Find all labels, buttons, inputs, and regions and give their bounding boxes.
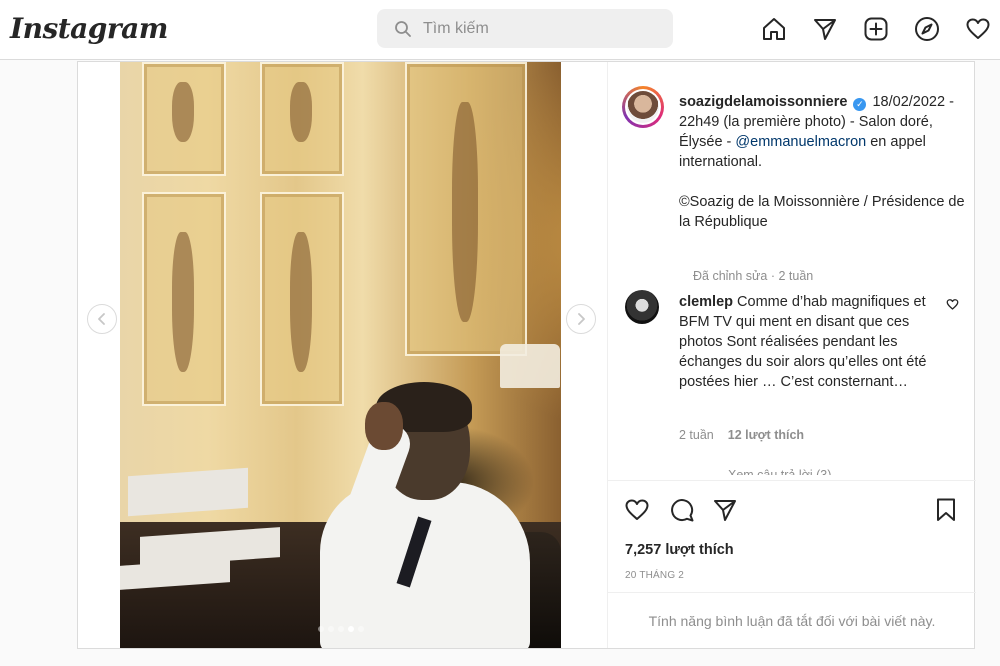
likes-count[interactable]: 7,257 lượt thích bbox=[625, 542, 734, 558]
share-button[interactable] bbox=[712, 497, 738, 528]
heart-icon[interactable] bbox=[964, 15, 992, 43]
wall-ornament bbox=[172, 82, 194, 142]
top-navigation-bar: Instagram bbox=[0, 0, 1000, 60]
mention-link[interactable]: @emmanuelmacron bbox=[735, 134, 866, 150]
search-box[interactable] bbox=[377, 9, 673, 48]
wall-ornament bbox=[290, 82, 312, 142]
send-icon[interactable] bbox=[811, 15, 839, 43]
wall-ornament bbox=[290, 232, 312, 372]
carousel-dot bbox=[317, 626, 324, 632]
carousel-dot-active bbox=[347, 626, 354, 632]
carousel-dot bbox=[357, 626, 364, 632]
man-hand bbox=[365, 402, 403, 450]
comment-likes[interactable]: 12 lượt thích bbox=[728, 428, 804, 442]
heart-icon bbox=[946, 299, 959, 310]
chevron-right-icon bbox=[578, 313, 585, 325]
send-icon bbox=[714, 500, 736, 521]
post-photo[interactable] bbox=[120, 62, 561, 648]
comment-time: 2 tuần bbox=[679, 428, 714, 442]
papers bbox=[128, 467, 248, 517]
new-post-icon[interactable] bbox=[862, 15, 890, 43]
comment-meta: 2 tuần 12 lượt thích bbox=[679, 428, 804, 442]
author-avatar[interactable] bbox=[622, 86, 664, 128]
nav-icons bbox=[760, 15, 992, 43]
comments-disabled-notice: Tính năng bình luận đã tắt đối với bài v… bbox=[608, 592, 976, 649]
caption-text: soazigdelamoissonniere ✓ 18/02/2022 - 22… bbox=[679, 92, 969, 232]
comment-button[interactable] bbox=[669, 497, 695, 528]
lamp-shade bbox=[500, 344, 560, 388]
post-date[interactable]: 20 THÁNG 2 bbox=[625, 570, 684, 581]
save-button[interactable] bbox=[934, 497, 958, 528]
wall-ornament bbox=[172, 232, 194, 372]
heart-icon bbox=[625, 499, 649, 520]
caption-credit: ©Soazig de la Moissonnière / Présidence … bbox=[679, 194, 965, 230]
search-input[interactable] bbox=[421, 18, 645, 39]
post-side-panel: soazigdelamoissonniere ✓ 18/02/2022 - 22… bbox=[607, 62, 976, 648]
comment-icon bbox=[671, 499, 694, 522]
wall-ornament bbox=[452, 102, 478, 322]
caption-meta: Đã chỉnh sửa · 2 tuần bbox=[693, 269, 814, 283]
verified-badge-icon: ✓ bbox=[853, 98, 867, 111]
view-replies-link[interactable]: Xem câu trả lời (3) bbox=[728, 466, 831, 475]
bookmark-icon bbox=[937, 498, 955, 521]
carousel-indicator bbox=[120, 626, 561, 632]
previous-photo-button[interactable] bbox=[87, 304, 117, 334]
instagram-logo[interactable]: Instagram bbox=[10, 12, 168, 45]
carousel-dot bbox=[327, 626, 334, 632]
next-photo-button[interactable] bbox=[566, 304, 596, 334]
commenter-username[interactable]: clemlep bbox=[679, 294, 733, 310]
chevron-left-icon bbox=[98, 313, 105, 325]
commenter-avatar[interactable] bbox=[625, 290, 659, 324]
carousel-dot bbox=[337, 626, 344, 632]
comment-text: clemlep Comme d’hab magnifiques et BFM T… bbox=[679, 292, 931, 392]
author-username[interactable]: soazigdelamoissonniere bbox=[679, 94, 847, 110]
like-button[interactable] bbox=[624, 497, 650, 528]
search-icon bbox=[395, 20, 411, 37]
post-actions bbox=[608, 480, 976, 522]
comment-like-button[interactable] bbox=[946, 298, 959, 316]
home-icon[interactable] bbox=[760, 15, 788, 43]
explore-icon[interactable] bbox=[913, 15, 941, 43]
